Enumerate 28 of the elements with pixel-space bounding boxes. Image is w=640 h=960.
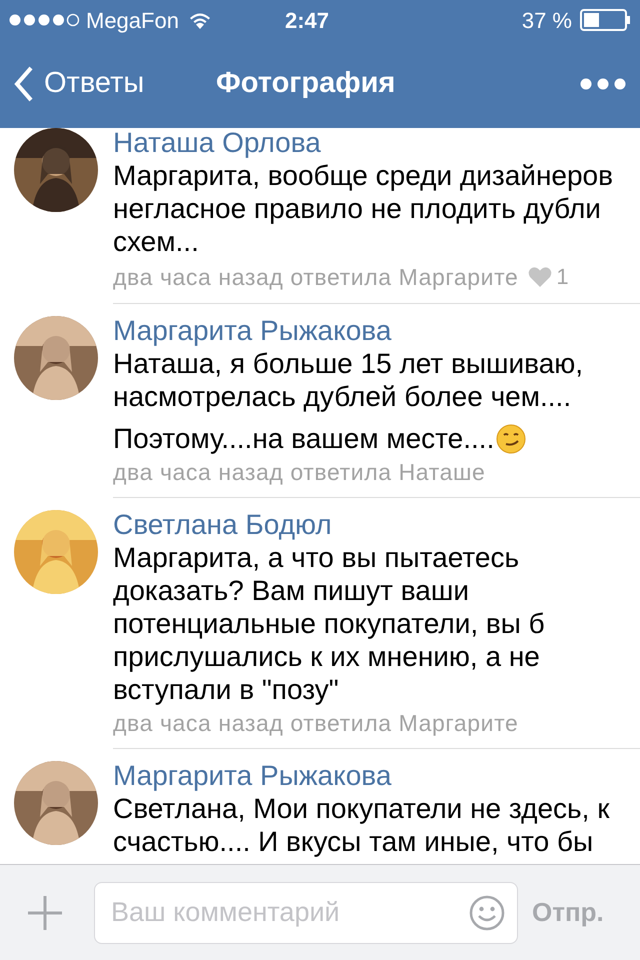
comment-text: Маргарита, а что вы пытаетесь доказать? Вам пишут ваши потенциальные покупатели, вы б прислушались к их мнению, а не вступали в "позу" xyxy=(113,541,546,706)
battery-percent: 37 % xyxy=(522,6,572,34)
author-name[interactable]: Маргарита Рыжакова xyxy=(113,314,632,347)
comment-text: Поэтому....на вашем месте.... xyxy=(113,422,494,455)
reply-meta: два часа назад ответила Маргарите xyxy=(113,709,518,738)
comment-field[interactable]: Ваш комментарий xyxy=(94,882,518,944)
comment-text: Маргарита, вообще среди дизайнеров негласное правило не плодить дубли схем... xyxy=(113,159,614,258)
comment-text: Наташа, я больше 15 лет вышиваю, насмотрелась дублей более чем.... xyxy=(113,347,584,413)
reply-meta: два часа назад ответила Наташе xyxy=(113,458,486,487)
clock: 2:47 xyxy=(285,6,330,34)
reply-meta: два часа назад ответила Маргарите xyxy=(113,262,518,292)
carrier-name: MegaFon xyxy=(86,6,179,35)
signal-icon xyxy=(8,13,80,27)
back-button[interactable]: Ответы xyxy=(14,62,144,106)
battery-icon xyxy=(580,9,632,31)
screen-title: Фотография xyxy=(216,66,396,102)
smirk-emoji-icon xyxy=(496,424,526,454)
author-name[interactable]: Наташа Орлова xyxy=(113,128,632,159)
comment-text: Светлана, Мои покупатели не здесь, к счастью.... И вкусы там иные, что бы xyxy=(113,792,610,858)
back-chevron-icon xyxy=(14,66,34,102)
like-count: 1 xyxy=(556,263,569,291)
author-name[interactable]: Светлана Бодюл xyxy=(113,508,632,541)
heart-icon[interactable] xyxy=(528,266,552,288)
plus-icon[interactable] xyxy=(26,894,64,932)
author-name[interactable]: Маргарита Рыжакова xyxy=(113,759,632,792)
comment-input[interactable]: Ваш комментарий xyxy=(111,892,469,933)
smiley-icon[interactable] xyxy=(469,894,505,930)
more-icon[interactable] xyxy=(580,78,626,90)
